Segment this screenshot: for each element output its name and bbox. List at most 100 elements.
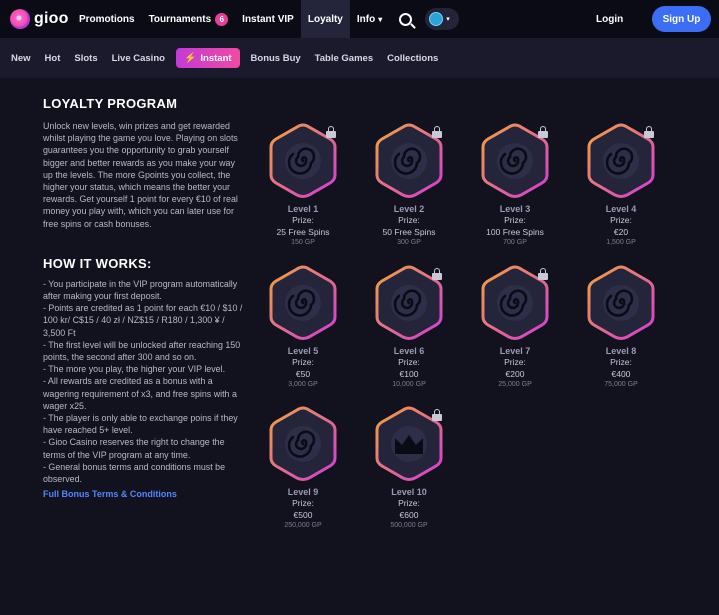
lock-icon (644, 126, 654, 138)
nav-tournaments[interactable]: Tournaments 6 (142, 0, 236, 38)
level-badge (586, 122, 656, 200)
category-collections[interactable]: Collections (380, 48, 445, 68)
logo[interactable]: gioo (10, 9, 72, 29)
level-name: Level 9 (287, 487, 319, 497)
nav-instant-vip-label: Instant VIP (242, 13, 294, 25)
level-points: 3,000 GP (288, 381, 318, 388)
level-prize-label: Prize: (610, 215, 632, 225)
nav-info[interactable]: Info ▾ (350, 0, 389, 38)
level-prize: €400 (611, 368, 631, 379)
category-navigation: New Hot Slots Live Casino ⚡ Instant Bonu… (0, 38, 719, 78)
level-badge (480, 122, 550, 200)
category-live-casino[interactable]: Live Casino (105, 48, 172, 68)
level-name: Level 3 (499, 204, 531, 214)
category-instant-label: Instant (200, 52, 232, 64)
level-card: Level 6 Prize: €100 10,000 GP (356, 264, 462, 388)
chevron-down-icon: ▾ (378, 14, 383, 24)
level-prize: €50 (295, 368, 311, 379)
level-points: 250,000 GP (284, 522, 322, 529)
level-badge (268, 405, 338, 483)
nav-loyalty-label: Loyalty (307, 13, 343, 25)
login-button[interactable]: Login (596, 0, 623, 38)
nav-instant-vip[interactable]: Instant VIP (235, 0, 301, 38)
level-badge (586, 264, 656, 342)
level-prize: €500 (293, 509, 313, 520)
level-points: 700 GP (503, 239, 527, 246)
level-points: 25,000 GP (498, 381, 532, 388)
signup-button[interactable]: Sign Up (652, 6, 711, 32)
spiral-icon (269, 406, 337, 481)
level-prize-label: Prize: (504, 215, 526, 225)
level-prize-label: Prize: (398, 498, 420, 508)
category-table-games[interactable]: Table Games (308, 48, 380, 68)
level-points: 500,000 GP (390, 522, 428, 529)
level-prize: 100 Free Spins (486, 226, 544, 237)
spiral-icon (587, 265, 655, 340)
level-prize: €100 (399, 368, 419, 379)
level-prize-label: Prize: (610, 357, 632, 367)
lock-icon (538, 268, 548, 280)
level-prize-label: Prize: (504, 357, 526, 367)
globe-icon (429, 12, 444, 26)
chevron-down-icon: ▾ (446, 16, 450, 23)
level-name: Level 7 (499, 346, 531, 356)
level-prize: €600 (399, 509, 419, 520)
page-title: LOYALTY PROGRAM (43, 96, 178, 111)
level-name: Level 1 (287, 204, 319, 214)
nav-loyalty[interactable]: Loyalty (300, 0, 350, 38)
lock-icon (432, 268, 442, 280)
level-card: Level 4 Prize: €20 1,500 GP (568, 122, 674, 246)
language-selector[interactable]: ▾ (425, 8, 460, 30)
nav-promotions[interactable]: Promotions (72, 0, 142, 38)
level-prize: €20 (613, 226, 629, 237)
level-badge (374, 405, 444, 483)
bonus-terms-link[interactable]: Full Bonus Terms & Conditions (43, 489, 243, 499)
category-slots[interactable]: Slots (67, 48, 104, 68)
level-points: 10,000 GP (392, 381, 426, 388)
level-card: Level 5 Prize: €50 3,000 GP (250, 264, 356, 388)
logo-text: gioo (34, 10, 69, 27)
tournaments-count-badge: 6 (215, 12, 229, 26)
level-name: Level 2 (393, 204, 425, 214)
level-badge (268, 122, 338, 200)
level-card: Level 10 Prize: €600 500,000 GP (356, 405, 462, 529)
search-icon[interactable] (399, 12, 413, 26)
level-name: Level 6 (393, 346, 425, 356)
lock-icon (326, 126, 336, 138)
level-card: Level 2 Prize: 50 Free Spins 300 GP (356, 122, 462, 246)
lock-icon (432, 409, 442, 421)
category-instant[interactable]: ⚡ Instant (175, 48, 240, 68)
spiral-icon (269, 265, 337, 340)
category-new[interactable]: New (4, 48, 38, 68)
nav-info-label: Info (356, 13, 376, 25)
level-prize-label: Prize: (398, 357, 420, 367)
level-points: 75,000 GP (604, 381, 638, 388)
category-hot[interactable]: Hot (38, 48, 68, 68)
level-prize: €200 (505, 368, 525, 379)
lock-icon (432, 126, 442, 138)
level-prize: 50 Free Spins (382, 226, 436, 237)
loyalty-description: LOYALTY PROGRAM Unlock new levels, win p… (43, 96, 243, 499)
level-prize-label: Prize: (292, 357, 314, 367)
level-card: Level 1 Prize: 25 Free Spins 150 GP (250, 122, 356, 246)
how-it-works-title: HOW IT WORKS: (43, 255, 152, 271)
level-card: Level 7 Prize: €200 25,000 GP (462, 264, 568, 388)
level-badge (268, 264, 338, 342)
category-bonus-buy[interactable]: Bonus Buy (244, 48, 308, 68)
level-prize: 25 Free Spins (276, 226, 330, 237)
nav-promotions-label: Promotions (79, 13, 135, 25)
level-name: Level 8 (605, 346, 637, 356)
lock-icon (538, 126, 548, 138)
logo-icon (10, 9, 30, 29)
level-badge (374, 122, 444, 200)
level-card: Level 8 Prize: €400 75,000 GP (568, 264, 674, 388)
nav-tournaments-label: Tournaments (148, 13, 212, 25)
level-points: 300 GP (397, 239, 421, 246)
level-badge (480, 264, 550, 342)
top-navigation: gioo Promotions Tournaments 6 Instant VIP… (0, 0, 719, 38)
how-it-works-text: - You participate in the VIP program aut… (43, 278, 243, 485)
level-name: Level 5 (287, 346, 319, 356)
level-card: Level 3 Prize: 100 Free Spins 700 GP (462, 122, 568, 246)
level-prize-label: Prize: (292, 215, 314, 225)
loyalty-intro-text: Unlock new levels, win prizes and get re… (43, 121, 238, 229)
